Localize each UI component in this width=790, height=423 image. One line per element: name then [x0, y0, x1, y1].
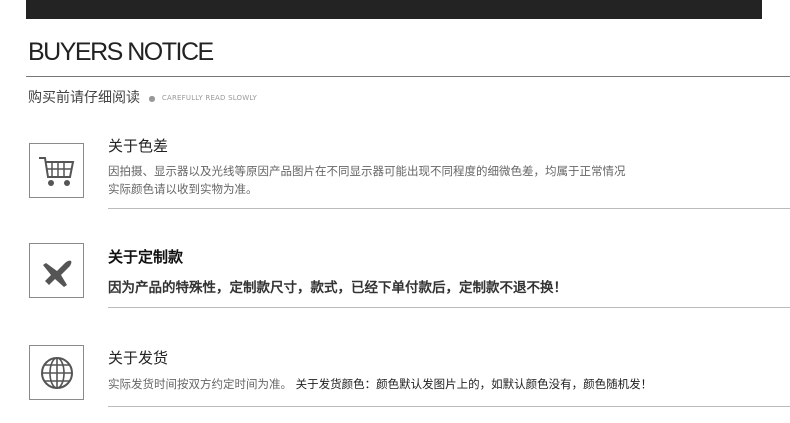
shopping-cart-icon: [38, 156, 74, 186]
shipping-icon-box: [29, 345, 84, 400]
top-bar: [26, 0, 762, 19]
section-text-color-2: 实际颜色请以收到实物为准。: [108, 182, 258, 196]
section-heading-color: 关于色差: [108, 137, 169, 155]
title-divider: [26, 76, 790, 77]
section-divider-2: [108, 307, 790, 308]
section-text-custom: 因为产品的特殊性，定制款尺寸，款式，已经下单付款后，定制款不退不换！: [108, 280, 567, 296]
page-title: BUYERS NOTICE: [28, 38, 214, 66]
section-heading-shipping: 关于发货: [108, 349, 169, 367]
subtitle-en: CAREFULLY READ SLOWLY: [161, 94, 258, 102]
section-text-color-1: 因拍摄、显示器以及光线等原因产品图片在不同显示器可能出现不同程度的细微色差，均属…: [108, 164, 626, 178]
section-heading-custom: 关于定制款: [108, 248, 184, 266]
globe-icon: [40, 356, 73, 389]
subtitle-dot: ●: [148, 93, 156, 103]
section-divider-1: [108, 208, 790, 209]
section-text-shipping: 实际发货时间按双方约定时间为准。 关于发货颜色：颜色默认发图片上的，如默认颜色没…: [108, 375, 652, 393]
custom-icon-box: [29, 243, 84, 298]
color-diff-icon-box: [29, 143, 84, 198]
shipping-time-text: 实际发货时间按双方约定时间为准。: [108, 377, 292, 391]
airplane-icon: [42, 260, 71, 287]
subtitle-cn: 购买前请仔细阅读: [28, 90, 140, 106]
page-subtitle: 购买前请仔细阅读 ● CAREFULLY READ SLOWLY: [28, 87, 257, 107]
section-divider-3: [108, 406, 790, 407]
shipping-color-text: 关于发货颜色：颜色默认发图片上的，如默认颜色没有，颜色随机发！: [295, 377, 653, 391]
